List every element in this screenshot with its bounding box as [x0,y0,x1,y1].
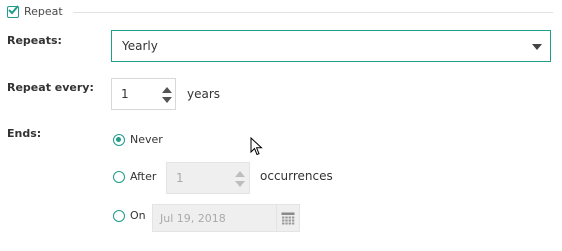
ends-never-label: Never [130,133,163,146]
end-date-value: Jul 19, 2018 [160,211,226,225]
decrement-arrow-icon[interactable] [235,181,245,187]
increment-arrow-icon[interactable] [235,171,245,177]
calendar-icon [281,212,295,224]
check-icon [8,4,19,14]
repeats-select-value: Yearly [122,39,158,53]
calendar-button[interactable] [277,204,300,232]
chevron-down-icon [532,44,542,50]
ends-after-option[interactable]: After [113,170,156,183]
repeat-legend-label: Repeat [24,5,63,18]
repeat-every-stepper[interactable]: 1 [111,78,176,110]
ends-never-option[interactable]: Never [113,133,163,146]
repeat-every-label: Repeat every: [7,81,94,94]
end-date-input[interactable]: Jul 19, 2018 [152,204,277,232]
legend-divider [73,12,553,13]
increment-arrow-icon[interactable] [162,87,172,93]
mouse-pointer-icon [250,137,263,156]
ends-on-radio[interactable] [113,209,125,222]
repeats-label: Repeats: [7,34,62,47]
repeat-settings-panel: Repeat Repeats: Yearly Repeat every: 1 y… [0,0,562,251]
occurrences-unit: occurrences [260,169,333,183]
repeat-checkbox[interactable] [7,4,19,18]
occurrences-stepper[interactable]: 1 [166,162,250,194]
ends-on-label: On [130,209,146,222]
ends-never-radio[interactable] [113,133,125,146]
decrement-arrow-icon[interactable] [162,97,172,103]
ends-on-option[interactable]: On [113,209,146,222]
repeat-every-unit: years [187,87,221,101]
repeats-select[interactable]: Yearly [111,30,551,62]
repeat-legend[interactable]: Repeat [7,4,63,18]
repeat-every-value: 1 [121,87,129,101]
occurrences-value: 1 [176,171,184,185]
ends-after-radio[interactable] [113,170,125,183]
ends-label: Ends: [7,127,42,140]
ends-after-label: After [130,170,157,183]
